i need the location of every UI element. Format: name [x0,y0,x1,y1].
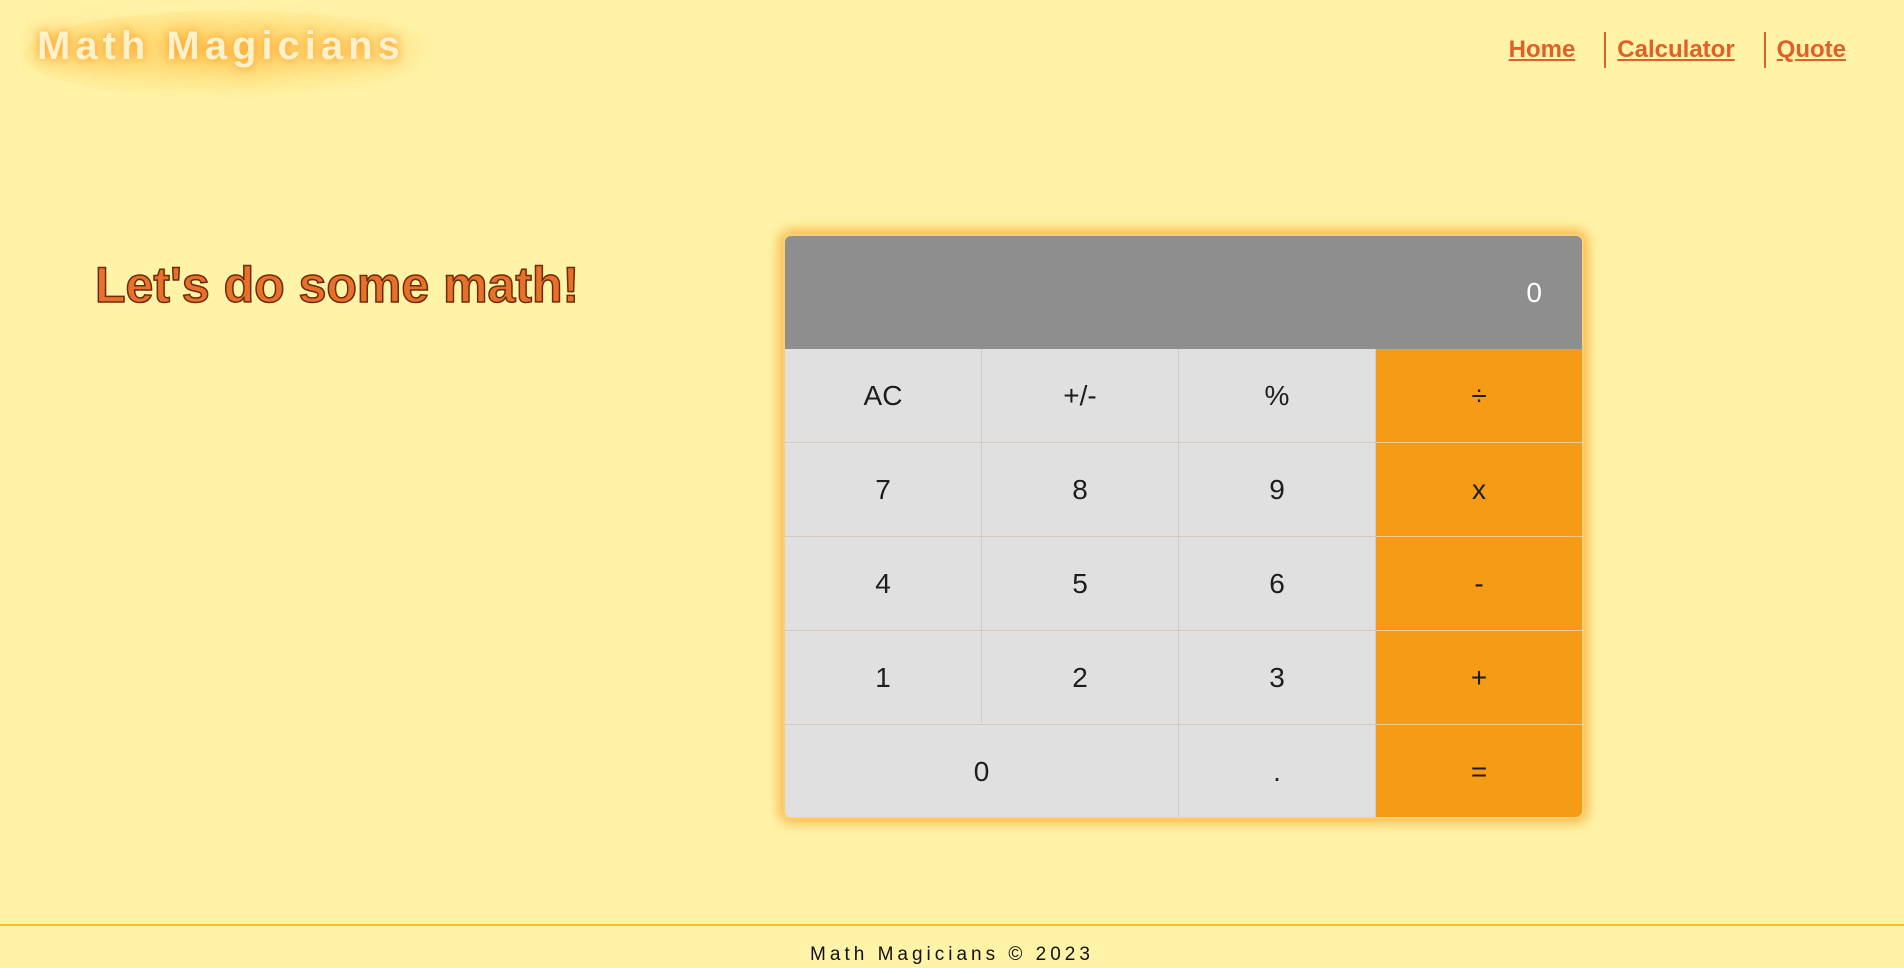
key-percent[interactable]: % [1179,349,1376,443]
key-4[interactable]: 4 [785,537,982,631]
key-toggle-sign[interactable]: +/- [982,349,1179,443]
site-header: Math Magicians Home Calculator Quote [0,0,1904,110]
page-heading: Let's do some math! [94,256,580,314]
nav-divider [1763,32,1766,68]
nav-link-home[interactable]: Home [1499,32,1604,68]
key-add[interactable]: + [1376,631,1582,725]
key-multiply[interactable]: x [1376,443,1582,537]
nav-link-quote[interactable]: Quote [1767,32,1856,68]
main-nav: Home Calculator Quote [1499,32,1856,68]
footer-text: Math Magicians © 2023 [810,944,1094,965]
key-9[interactable]: 9 [1179,443,1376,537]
key-decimal[interactable]: . [1179,725,1376,817]
key-0[interactable]: 0 [785,725,1179,817]
key-2[interactable]: 2 [982,631,1179,725]
key-divide[interactable]: ÷ [1376,349,1582,443]
key-1[interactable]: 1 [785,631,982,725]
nav-divider [1604,32,1607,68]
calculator-display: 0 [785,236,1582,349]
key-equals[interactable]: = [1376,725,1582,817]
site-logo[interactable]: Math Magicians [37,24,405,69]
footer-divider [0,924,1904,926]
calculator-keypad: AC +/- % ÷ 7 8 9 x 4 5 6 - 1 2 3 + 0 . = [785,349,1582,817]
display-value: 0 [1526,276,1542,308]
nav-link-calculator[interactable]: Calculator [1607,32,1762,68]
key-3[interactable]: 3 [1179,631,1376,725]
key-6[interactable]: 6 [1179,537,1376,631]
key-all-clear[interactable]: AC [785,349,982,443]
calculator: 0 AC +/- % ÷ 7 8 9 x 4 5 6 - 1 2 3 + 0 .… [783,234,1584,819]
key-5[interactable]: 5 [982,537,1179,631]
key-subtract[interactable]: - [1376,537,1582,631]
key-8[interactable]: 8 [982,443,1179,537]
site-footer: Math Magicians © 2023 [0,944,1904,966]
key-7[interactable]: 7 [785,443,982,537]
